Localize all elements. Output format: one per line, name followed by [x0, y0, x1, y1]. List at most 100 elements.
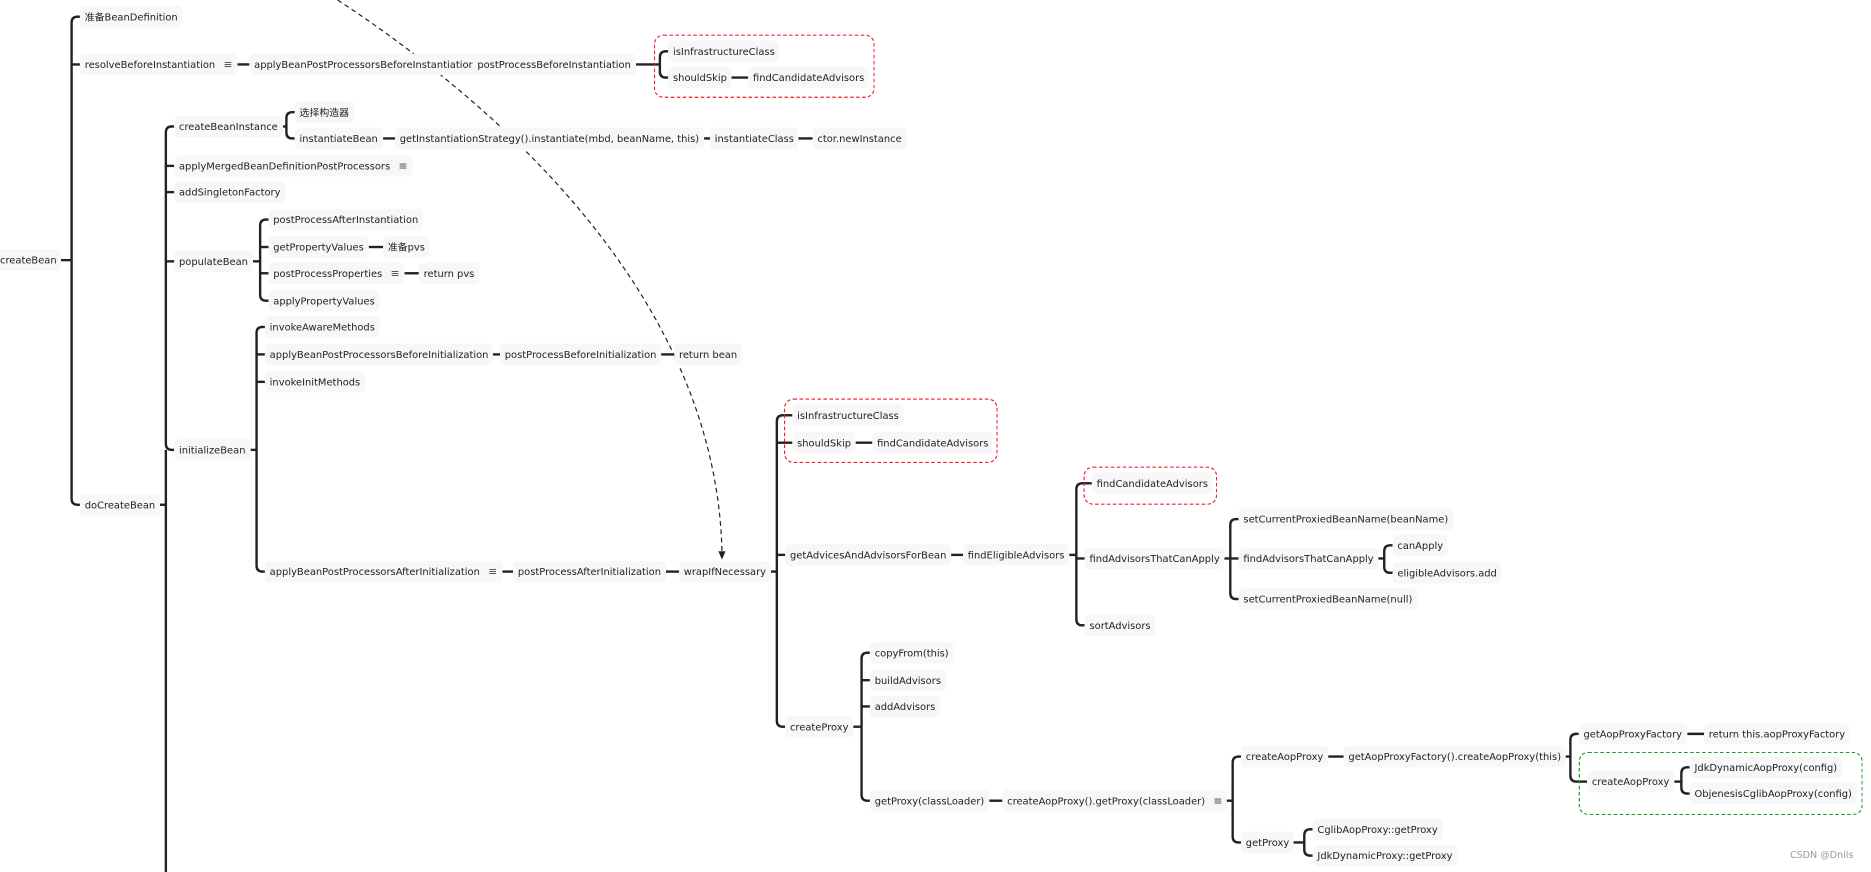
node-eligible-advisors-add[interactable]: eligibleAdvisors.add	[1392, 562, 1502, 584]
node-label: postProcessAfterInitialization	[517, 565, 661, 578]
node-instantiate-class[interactable]: instantiateClass	[710, 127, 799, 150]
node-post-process-after-initialization[interactable]: postProcessAfterInitialization	[513, 560, 666, 583]
node-find-advisors-that-can-apply2[interactable]: findAdvisorsThatCanApply	[1238, 547, 1379, 570]
node-add-singleton-factory[interactable]: addSingletonFactory	[174, 181, 286, 203]
node-label: invokeInitMethods	[269, 375, 361, 388]
node-invoke-aware-methods[interactable]: invokeAwareMethods	[264, 316, 380, 338]
node-find-candidate-advisors2[interactable]: findCandidateAdvisors	[872, 431, 994, 454]
node-find-advisors-that-can-apply1[interactable]: findAdvisorsThatCanApply	[1084, 547, 1225, 570]
menu-lines-icon[interactable]: ≡	[1213, 791, 1222, 812]
node-post-process-after-instantiation[interactable]: postProcessAfterInstantiation	[268, 208, 424, 231]
node-copy-from[interactable]: copyFrom(this)	[869, 641, 954, 664]
node-find-candidate-advisors3[interactable]: findCandidateAdvisors	[1091, 472, 1213, 495]
node-get-proxy[interactable]: getProxy	[1241, 831, 1294, 854]
bracket-line	[258, 218, 267, 302]
node-label: getAopProxyFactory	[1583, 727, 1682, 740]
node-initialize-bean[interactable]: initializeBean	[174, 439, 251, 461]
node-label: canApply	[1397, 539, 1444, 552]
node-apply-b-p-p-after-initialization[interactable]: applyBeanPostProcessorsAfterInitializati…	[264, 560, 503, 583]
node-is-infrastructure-class2[interactable]: isInfrastructureClass	[792, 404, 904, 427]
node-get-proxy-class-loader[interactable]: getProxy(classLoader)	[869, 789, 990, 812]
node-should-skip2[interactable]: shouldSkip	[792, 431, 856, 454]
node-label: postProcessAfterInstantiation	[273, 213, 419, 226]
node-apply-property-values[interactable]: applyPropertyValues	[268, 289, 380, 312]
node-label: applyBeanPostProcessorsAfterInitializati…	[269, 565, 480, 578]
node-jdk-dynamic-aop-proxy[interactable]: JdkDynamicAopProxy(config)	[1689, 756, 1842, 779]
node-post-process-before-initialization[interactable]: postProcessBeforeInitialization	[499, 343, 662, 366]
node-get-property-values[interactable]: getPropertyValues	[268, 236, 369, 258]
node-get-advices-and-advisors-for-bean[interactable]: getAdvicesAndAdvisorsForBean	[785, 544, 952, 566]
node-add-advisors[interactable]: addAdvisors	[869, 695, 941, 718]
node-create-aop-proxy1[interactable]: createAopProxy	[1241, 745, 1329, 768]
node-create-bean[interactable]: createBean	[0, 249, 62, 271]
node-find-eligible-advisors[interactable]: findEligibleAdvisors	[962, 544, 1070, 566]
menu-lines-icon[interactable]: ≡	[224, 55, 233, 76]
node-wrap-if-necessary[interactable]: wrapIfNecessary	[678, 560, 771, 583]
node-create-aop-proxy-get-proxy[interactable]: createAopProxy().getProxy(classLoader) ≡	[1002, 789, 1228, 812]
node-prepare-pvs[interactable]: 准备pvs	[383, 236, 430, 258]
node-populate-bean[interactable]: populateBean	[174, 250, 253, 273]
node-label: getInstantiationStrategy().instantiate(m…	[399, 132, 700, 145]
node-choose-constructor[interactable]: 选择构造器	[294, 101, 354, 123]
node-label: JdkDynamicAopProxy(config)	[1694, 761, 1838, 774]
node-apply-b-p-p-before-initialization[interactable]: applyBeanPostProcessorsBeforeInitializat…	[264, 343, 494, 366]
node-label: instantiateClass	[714, 132, 794, 145]
node-get-instantiation-strategy[interactable]: getInstantiationStrategy().instantiate(m…	[394, 127, 704, 150]
node-label: sortAdvisors	[1089, 619, 1151, 632]
node-prepare-bean-definition[interactable]: 准备BeanDefinition	[79, 5, 183, 28]
node-instantiate-bean[interactable]: instantiateBean	[294, 127, 383, 150]
node-resolve-before-instantiation[interactable]: resolveBeforeInstantiation ≡	[79, 53, 238, 76]
bracket-line	[70, 15, 78, 506]
node-label: postProcessBeforeInitialization	[504, 348, 657, 361]
node-is-infrastructure-class1[interactable]: isInfrastructureClass	[668, 40, 780, 63]
node-apply-b-p-p-before-instantiation[interactable]: applyBeanPostProcessorsBeforeInstantiati…	[249, 53, 480, 76]
node-build-advisors[interactable]: buildAdvisors	[869, 669, 946, 691]
node-create-proxy[interactable]: createProxy	[785, 715, 854, 738]
node-get-aop-proxy-factory-create[interactable]: getAopProxyFactory().createAopProxy(this…	[1343, 745, 1566, 768]
node-label: CglibAopProxy::getProxy	[1317, 823, 1438, 836]
node-post-process-before-instantiation[interactable]: postProcessBeforeInstantiation	[472, 53, 636, 76]
bracket-line	[285, 110, 293, 140]
node-label: getPropertyValues	[273, 241, 364, 253]
menu-lines-icon[interactable]: ≡	[488, 562, 497, 583]
node-return-pvs[interactable]: return pvs	[418, 262, 480, 285]
node-cglib-get-proxy[interactable]: CglibAopProxy::getProxy	[1312, 818, 1443, 841]
node-return-aop-proxy-factory[interactable]: return this.aopProxyFactory	[1704, 723, 1850, 745]
node-sort-advisors[interactable]: sortAdvisors	[1084, 614, 1156, 637]
node-label: wrapIfNecessary	[683, 565, 767, 578]
node-label: createAopProxy().getProxy(classLoader)	[1007, 794, 1206, 807]
node-objenesis-cglib-aop-proxy[interactable]: ObjenesisCglibAopProxy(config)	[1689, 782, 1857, 805]
menu-lines-icon[interactable]: ≡	[399, 156, 408, 177]
node-jdk-get-proxy[interactable]: JdkDynamicProxy::getProxy	[1312, 844, 1458, 867]
node-should-skip1[interactable]: shouldSkip	[668, 66, 732, 89]
node-label: buildAdvisors	[874, 674, 941, 687]
node-label: shouldSkip	[797, 436, 851, 449]
node-ctor-new-instance[interactable]: ctor.newInstance	[812, 127, 907, 150]
node-label: JdkDynamicProxy::getProxy	[1317, 849, 1453, 862]
node-do-create-bean[interactable]: doCreateBean	[79, 494, 160, 516]
node-label: createAopProxy	[1591, 775, 1670, 788]
node-invoke-init-methods[interactable]: invokeInitMethods	[264, 371, 366, 393]
node-set-current-proxied-bean-name-null[interactable]: setCurrentProxiedBeanName(null)	[1238, 588, 1418, 610]
node-post-process-properties[interactable]: postProcessProperties ≡	[268, 262, 405, 285]
node-label: setCurrentProxiedBeanName(null)	[1243, 593, 1413, 606]
node-label: isInfrastructureClass	[797, 409, 899, 422]
node-label: setCurrentProxiedBeanName(beanName)	[1243, 513, 1449, 526]
node-label: doCreateBean	[84, 498, 156, 511]
menu-lines-icon[interactable]: ≡	[391, 264, 400, 285]
node-apply-merged-b-d-p-p[interactable]: applyMergedBeanDefinitionPostProcessors ≡	[174, 155, 413, 177]
node-label: initializeBean	[178, 443, 246, 456]
bracket-line	[1383, 544, 1391, 574]
node-create-aop-proxy2[interactable]: createAopProxy	[1587, 770, 1675, 793]
node-set-current-proxied-bean-name[interactable]: setCurrentProxiedBeanName(beanName)	[1238, 508, 1453, 530]
node-can-apply[interactable]: canApply	[1392, 534, 1448, 557]
bracket-line	[860, 651, 868, 802]
node-get-aop-proxy-factory[interactable]: getAopProxyFactory	[1578, 723, 1687, 745]
bracket-line	[164, 125, 172, 452]
node-create-bean-instance[interactable]: createBeanInstance	[174, 115, 283, 138]
node-label: applyMergedBeanDefinitionPostProcessors	[178, 159, 391, 172]
node-find-candidate-advisors1[interactable]: findCandidateAdvisors	[748, 66, 870, 89]
node-return-bean[interactable]: return bean	[674, 343, 742, 366]
node-label: addAdvisors	[874, 700, 936, 713]
node-label: 准备pvs	[387, 241, 425, 253]
